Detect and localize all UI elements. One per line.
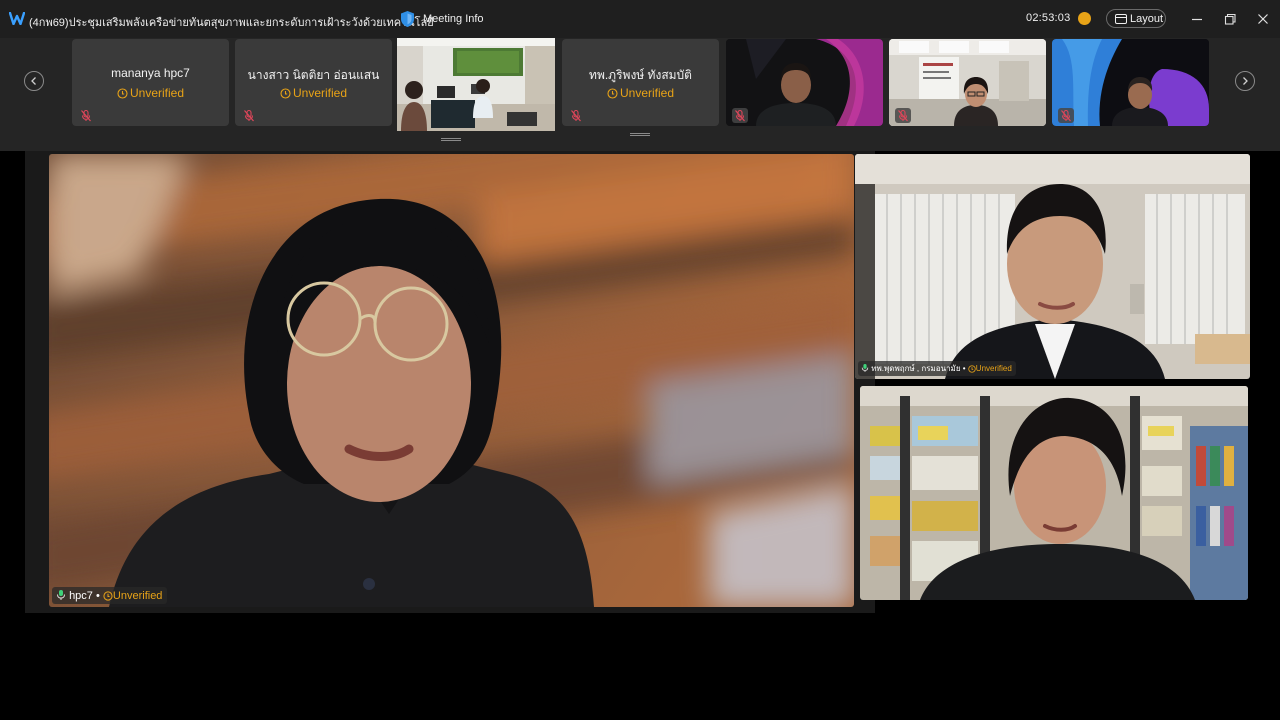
- participant-name: ทพ.พุดพฤกษ์ , กรมอนามัย: [871, 364, 961, 373]
- unverified-text: Unverified: [129, 86, 185, 100]
- close-icon[interactable]: [1254, 10, 1272, 28]
- participant-name: hpc7: [69, 590, 93, 602]
- unverified-text: Unverified: [975, 364, 1012, 373]
- participant-video-tile[interactable]: [1052, 39, 1209, 126]
- participant-name: ทพ.ภูริพงษ์ ทังสมบัติ: [589, 68, 692, 82]
- mic-off-icon: [1058, 108, 1074, 123]
- participant-label: hpc7 • Unverified: [52, 587, 168, 604]
- label-separator: •: [95, 590, 100, 602]
- participant-tile[interactable]: mananya hpc7 Unverified: [72, 39, 229, 126]
- participant-tile[interactable]: ทพ.ภูริพงษ์ ทังสมบัติ Unverified: [562, 39, 719, 126]
- label-separator: •: [962, 364, 966, 373]
- meeting-info-button[interactable]: Meeting Info: [423, 13, 484, 25]
- mic-off-icon: [571, 109, 581, 122]
- mic-off-icon: [244, 109, 254, 122]
- participant-label: ทพ.พุดพฤกษ์ , กรมอนามัย • Unverified: [858, 361, 1016, 376]
- unverified-icon: [607, 88, 618, 99]
- side-video-tile[interactable]: ทพ.พุดพฤกษ์ , กรมอนามัย • Unverified: [855, 154, 1250, 379]
- layout-button[interactable]: Layout: [1106, 9, 1166, 28]
- participant-strip: mananya hpc7 Unverified นางสาว นิตติยา อ…: [0, 38, 1280, 151]
- video-feed: [889, 39, 1046, 126]
- mic-off-icon: [81, 109, 91, 122]
- chevron-left-icon: [31, 77, 36, 85]
- tile-drag-handle[interactable]: [441, 138, 461, 141]
- layout-icon: [1115, 14, 1127, 24]
- verification-status: Unverified: [72, 86, 229, 100]
- participant-tile[interactable]: นางสาว นิตติยา อ่อนแสน Unverified: [235, 39, 392, 126]
- video-feed: [726, 39, 883, 126]
- video-feed: [1052, 39, 1209, 126]
- title-bar: (4กพ69)ประชุมเสริมพลังเครือข่ายทันตสุขภา…: [0, 0, 1280, 38]
- participant-name: นางสาว นิตติยา อ่อนแสน: [247, 68, 380, 82]
- mic-on-icon: [861, 364, 869, 372]
- meeting-title: (4กพ69)ประชุมเสริมพลังเครือข่ายทันตสุขภา…: [29, 17, 434, 29]
- main-video-tile[interactable]: hpc7 • Unverified: [49, 154, 854, 607]
- video-feed: [860, 386, 1248, 600]
- unverified-icon: [117, 88, 128, 99]
- strip-resize-handle[interactable]: [630, 133, 650, 136]
- unverified-text: Unverified: [619, 86, 675, 100]
- video-feed: [49, 154, 854, 607]
- chevron-right-icon: [1243, 77, 1248, 85]
- unverified-icon: [968, 365, 976, 373]
- unverified-text: Unverified: [112, 590, 163, 602]
- network-status-icon[interactable]: [1078, 12, 1091, 25]
- participant-name: mananya hpc7: [111, 66, 190, 80]
- video-feed: [855, 154, 1250, 379]
- participant-video-tile[interactable]: [397, 38, 555, 131]
- app-logo-icon: [9, 12, 25, 25]
- verification-status: Unverified: [235, 86, 392, 100]
- meeting-timer: 02:53:03: [1026, 12, 1071, 24]
- unverified-icon: [103, 591, 113, 601]
- unverified-text: Unverified: [292, 86, 348, 100]
- video-feed: [397, 38, 555, 131]
- restore-icon[interactable]: [1221, 10, 1239, 28]
- unverified-icon: [280, 88, 291, 99]
- scroll-right-button[interactable]: [1235, 71, 1255, 91]
- participant-video-tile[interactable]: [889, 39, 1046, 126]
- participant-video-tile[interactable]: [726, 39, 883, 126]
- minimize-icon[interactable]: [1188, 10, 1206, 28]
- scroll-left-button[interactable]: [24, 71, 44, 91]
- mic-on-icon: [57, 590, 65, 600]
- side-video-tile[interactable]: [860, 386, 1248, 600]
- layout-label: Layout: [1130, 13, 1164, 25]
- shield-icon[interactable]: [400, 10, 415, 28]
- mic-off-icon: [895, 108, 911, 123]
- mic-off-icon: [732, 108, 748, 123]
- verification-status: Unverified: [562, 86, 719, 100]
